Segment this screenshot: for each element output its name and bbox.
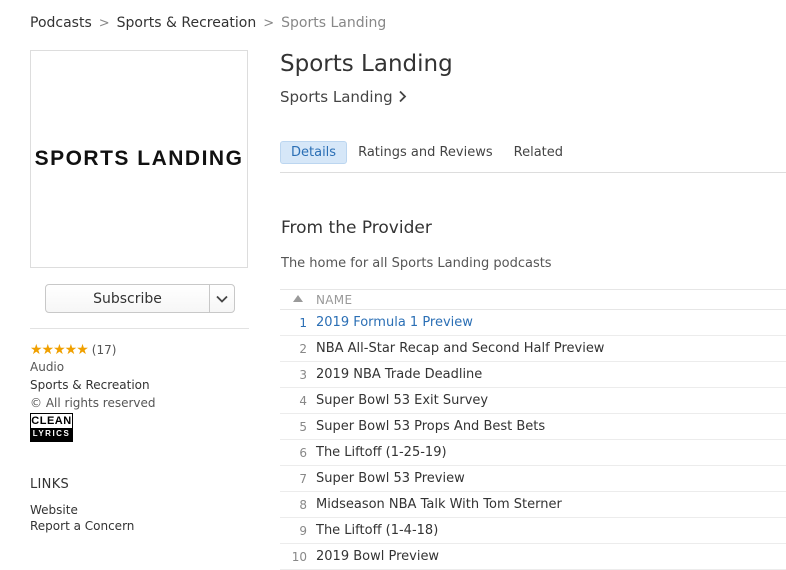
episode-name: The Liftoff (1-4-18) [316,523,439,538]
chevron-down-icon [216,295,228,303]
table-row[interactable]: 3 2019 NBA Trade Deadline [280,362,786,388]
subscribe-control: Subscribe [45,284,235,313]
section-description: The home for all Sports Landing podcasts [281,256,552,271]
episode-name: NBA All-Star Recap and Second Half Previ… [316,341,605,356]
episode-number: 3 [299,367,307,382]
provider-name: Sports Landing [280,88,393,106]
subscribe-dropdown-button[interactable] [209,285,234,312]
episode-name: Super Bowl 53 Exit Survey [316,393,489,408]
breadcrumb-current: Sports Landing [281,15,387,31]
table-row[interactable]: 5 Super Bowl 53 Props And Best Bets [280,414,786,440]
table-row[interactable]: 10 2019 Bowl Preview [280,544,786,570]
episode-number: 2 [299,341,307,356]
episodes-table: NAME 1 2019 Formula 1 Preview 2 NBA All-Sta… [280,289,786,570]
episode-name: Super Bowl 53 Preview [316,471,465,486]
subscribe-button[interactable]: Subscribe [46,285,209,312]
divider [280,172,786,173]
table-row[interactable]: 6 The Liftoff (1-25-19) [280,440,786,466]
episode-number: 5 [299,419,307,434]
rating: ★★★★★ (17) [30,342,116,358]
table-row[interactable]: 9 The Liftoff (1-4-18) [280,518,786,544]
table-row[interactable]: 2 NBA All-Star Recap and Second Half Prev… [280,336,786,362]
podcast-artwork: SPORTS LANDING [30,50,248,268]
episode-number: 7 [299,471,307,486]
episode-name: Midseason NBA Talk With Tom Sterner [316,497,562,512]
category-label: Sports & Recreation [30,378,150,392]
page-title: Sports Landing [280,51,453,77]
links-heading: LINKS [30,477,70,492]
episode-name: The Liftoff (1-25-19) [316,445,447,460]
tab-bar: Details Ratings and Reviews Related [280,141,574,164]
episode-name: 2019 Formula 1 Preview [316,315,473,330]
clean-badge-top: CLEAN [31,414,72,428]
episode-name: 2019 NBA Trade Deadline [316,367,483,382]
tab-ratings-reviews[interactable]: Ratings and Reviews [348,141,503,164]
breadcrumb-podcasts[interactable]: Podcasts [30,15,92,31]
rating-count: (17) [91,343,117,357]
chevron-right-icon [398,90,406,103]
clean-badge-bottom: LYRICS [32,429,71,438]
copyright-text: © All rights reserved [30,396,156,410]
episode-number: 8 [299,497,307,512]
table-row[interactable]: 7 Super Bowl 53 Preview [280,466,786,492]
table-row[interactable]: 1 2019 Formula 1 Preview [280,310,786,336]
episode-number: 9 [299,523,307,538]
episode-name: Super Bowl 53 Props And Best Bets [316,419,546,434]
clean-lyrics-badge: CLEAN LYRICS [30,413,73,442]
column-header-name[interactable]: NAME [316,293,352,307]
report-concern-link[interactable]: Report a Concern [30,519,134,533]
artwork-logo-text: SPORTS LANDING [34,147,244,170]
sort-up-icon[interactable] [280,294,316,305]
episode-number: 4 [299,393,307,408]
table-row[interactable]: 8 Midseason NBA Talk With Tom Sterner [280,492,786,518]
breadcrumb-separator-icon: > [98,16,110,31]
breadcrumb: Podcasts > Sports & Recreation > Sports Land… [30,15,386,31]
table-header: NAME [280,289,786,310]
provider-link[interactable]: Sports Landing [280,88,407,106]
breadcrumb-sports-recreation[interactable]: Sports & Recreation [117,15,257,31]
episode-number: 1 [299,315,307,330]
tab-related[interactable]: Related [504,141,573,164]
tab-details[interactable]: Details [280,141,348,164]
rating-stars-icon: ★★★★★ [30,342,89,358]
section-heading: From the Provider [281,218,432,238]
table-row[interactable]: 4 Super Bowl 53 Exit Survey [280,388,786,414]
media-kind: Audio [30,360,65,374]
website-link[interactable]: Website [30,503,78,517]
divider [30,328,249,329]
episode-number: 6 [299,445,307,460]
breadcrumb-separator-icon: > [263,16,275,31]
